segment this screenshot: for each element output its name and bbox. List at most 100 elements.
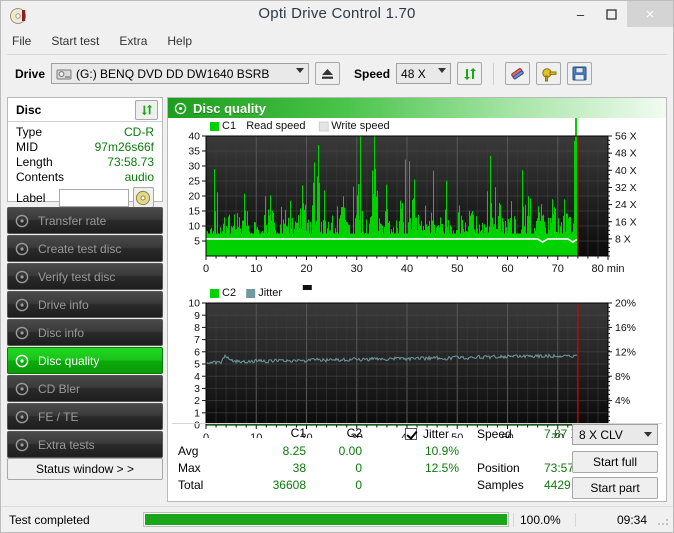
svg-text:30: 30	[351, 263, 363, 275]
disc-row-contents: Contents audio	[16, 170, 154, 185]
stats-speed-label: Speed	[477, 427, 512, 441]
svg-text:56 X: 56 X	[615, 131, 637, 143]
refresh-button[interactable]	[457, 62, 483, 85]
disc-refresh-button[interactable]	[135, 99, 158, 120]
sidebar-item-label: Disc info	[38, 325, 85, 340]
svg-text:0: 0	[203, 263, 209, 275]
start-part-button[interactable]: Start part	[572, 477, 658, 499]
settings-button[interactable]	[536, 62, 562, 85]
maximize-button[interactable]	[596, 1, 627, 27]
write-strategy-select[interactable]: 8 X CLV	[572, 424, 658, 445]
disc-info-box: Disc Type CD-R MID 97m26s66f Length 73:5…	[7, 97, 163, 208]
panel-title: Disc quality	[193, 100, 266, 116]
disc-length-value: 73:58.73	[107, 155, 154, 169]
stats-position-label: Position	[477, 461, 520, 475]
disc-contents-value: audio	[124, 170, 154, 184]
save-button[interactable]	[567, 62, 593, 85]
sidebar-item-extra-tests[interactable]: Extra tests	[7, 431, 163, 458]
svg-text:3: 3	[194, 383, 200, 395]
svg-text:80 min: 80 min	[591, 263, 624, 275]
svg-text:48 X: 48 X	[615, 148, 637, 160]
start-full-button[interactable]: Start full	[572, 451, 658, 473]
svg-text:10: 10	[188, 221, 200, 233]
sidebar-item-disc-quality[interactable]: Disc quality	[7, 347, 163, 374]
drive-icon	[56, 69, 72, 80]
sidebar-item-verify-test-disc[interactable]: Verify test disc	[7, 263, 163, 290]
drive-select[interactable]: (G:) BENQ DVD DD DW1640 BSRB	[51, 63, 310, 84]
status-window-button[interactable]: Status window > >	[7, 458, 163, 480]
speed-select[interactable]: 48 X	[396, 63, 452, 84]
disc-test-icon	[15, 298, 29, 311]
disc-row-length: Length 73:58.73	[16, 155, 154, 170]
save-icon	[572, 66, 587, 81]
sidebar-item-label: FE / TE	[38, 409, 79, 424]
minimize-button[interactable]: –	[565, 1, 596, 27]
svg-text:20: 20	[300, 263, 312, 275]
close-button[interactable]: ×	[627, 1, 673, 27]
jitter-toggle[interactable]: Jitter	[405, 427, 449, 441]
disc-quality-charts: 5101520253035408 X16 X24 X32 X40 X48 X56…	[188, 118, 637, 438]
sidebar-item-drive-info[interactable]: Drive info	[7, 291, 163, 318]
disc-quality-panel: Disc quality 5 10 15 20 25 30 35 40 8 X 16 X 24 X3…	[167, 97, 667, 502]
stats-max-c1: 38	[292, 461, 306, 475]
drive-label: Drive	[15, 66, 46, 81]
disc-length-label: Length	[16, 155, 53, 169]
svg-text:1: 1	[194, 407, 200, 419]
svg-text:16%: 16%	[615, 322, 636, 334]
disc-info-rows: Type CD-R MID 97m26s66f Length 73:58.73 …	[8, 122, 162, 208]
svg-text:16 X: 16 X	[615, 216, 637, 228]
svg-text:50: 50	[451, 263, 463, 275]
disc-test-icon	[15, 270, 29, 283]
speed-label: Speed	[354, 66, 391, 81]
menu-item-help[interactable]: Help	[164, 33, 195, 49]
disc-label-input[interactable]	[58, 188, 129, 207]
disc-label-button[interactable]	[132, 187, 154, 208]
svg-text:40: 40	[188, 131, 200, 143]
panel-header: Disc quality	[168, 98, 666, 118]
eraser-icon	[511, 67, 524, 79]
progress-bar	[143, 512, 509, 527]
elapsed-time: 09:34	[575, 512, 655, 527]
sidebar-item-label: Disc quality	[38, 353, 100, 368]
sidebar-item-label: CD Bler	[38, 381, 81, 396]
speed-value: 48 X	[401, 66, 426, 81]
stats-max-jitter: 12.5%	[424, 461, 459, 475]
eject-button[interactable]	[315, 62, 341, 85]
svg-text:7: 7	[194, 334, 200, 346]
menu-item-start-test[interactable]: Start test	[48, 33, 102, 49]
sidebar-item-fe-te[interactable]: FE / TE	[7, 403, 163, 430]
stats-row-total-label: Total	[178, 478, 204, 492]
svg-text:4: 4	[194, 371, 200, 383]
svg-text:8 X: 8 X	[615, 233, 631, 245]
svg-text:12%: 12%	[615, 346, 636, 358]
svg-text:Jitter: Jitter	[258, 287, 282, 299]
svg-text:9: 9	[194, 310, 200, 322]
svg-text:20%: 20%	[615, 298, 636, 310]
disc-mid-label: MID	[16, 140, 38, 154]
sidebar-item-transfer-rate[interactable]: Transfer rate	[7, 207, 163, 234]
sidebar-item-label: Drive info	[38, 297, 89, 312]
clear-button[interactable]	[505, 62, 531, 85]
menu-item-file[interactable]: File	[9, 33, 34, 49]
sidebar-item-cd-bler[interactable]: CD Bler	[7, 375, 163, 402]
menu-item-extra[interactable]: Extra	[116, 33, 150, 49]
svg-text:4%: 4%	[615, 395, 630, 407]
svg-text:8%: 8%	[615, 371, 630, 383]
maximize-icon	[606, 8, 617, 20]
svg-text:10: 10	[188, 298, 200, 310]
status-message: Test completed	[9, 512, 90, 527]
svg-text:60: 60	[501, 263, 513, 275]
svg-text:Write speed: Write speed	[331, 120, 390, 132]
stats-header-c1: C1	[290, 426, 306, 440]
stats-avg-c2: 0.00	[338, 444, 362, 458]
eject-icon	[322, 68, 334, 79]
stats-avg-jitter: 10.9%	[424, 444, 459, 458]
left-panel: Disc Type CD-R MID 97m26s66f Length 73:5…	[7, 97, 163, 502]
resize-grip-icon[interactable]	[655, 512, 671, 528]
sidebar-item-create-test-disc[interactable]: Create test disc	[7, 235, 163, 262]
jitter-checkbox[interactable]	[405, 428, 417, 440]
svg-text:5: 5	[194, 359, 200, 371]
sidebar-item-disc-info[interactable]: Disc info	[7, 319, 163, 346]
disc-test-icon	[15, 438, 29, 451]
jitter-label: Jitter	[423, 427, 450, 441]
